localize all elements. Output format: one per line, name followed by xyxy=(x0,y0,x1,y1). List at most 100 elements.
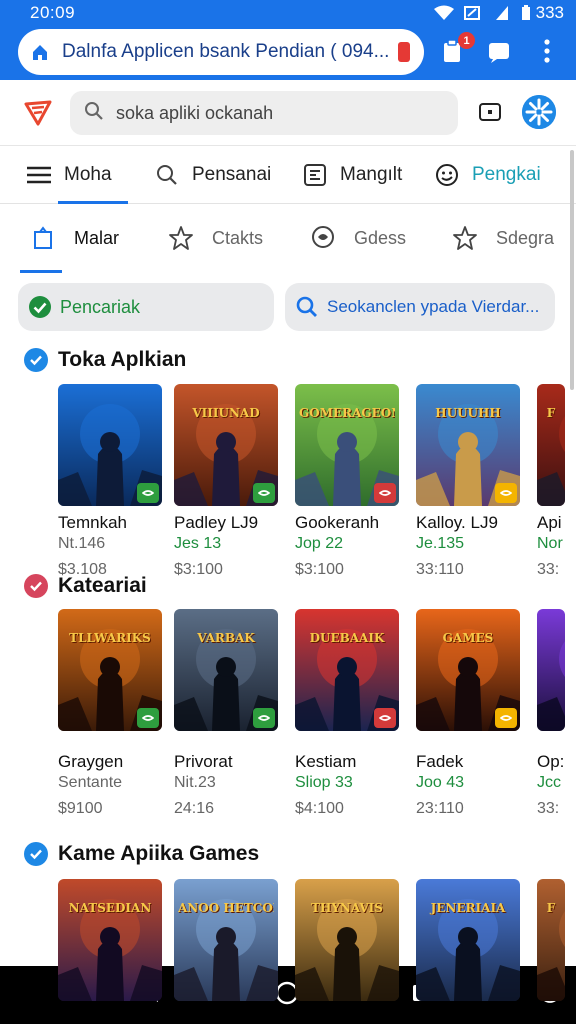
tab-malar[interactable]: Malar xyxy=(30,204,119,272)
status-bar: 20:09 333 xyxy=(0,0,576,26)
thumbnail-caption: F xyxy=(546,406,556,420)
browser-menu-button[interactable] xyxy=(532,38,562,68)
app-subtitle: Sentante xyxy=(58,774,123,791)
notification-badge: 1 xyxy=(458,32,475,49)
app-title[interactable]: Api xyxy=(537,513,562,533)
app-title[interactable]: Graygen xyxy=(58,752,123,772)
home-icon[interactable] xyxy=(30,42,50,62)
app-title[interactable]: Privorat xyxy=(174,752,233,772)
chip-label: Pencariak xyxy=(60,296,141,317)
app-price: $3:100 xyxy=(295,561,344,578)
app-title[interactable]: Op: xyxy=(537,752,564,772)
app-thumbnail[interactable]: VIIIUNAD xyxy=(174,384,278,506)
app-title[interactable]: Fadek xyxy=(416,752,463,772)
section-header-toka: Toka Aplkian xyxy=(24,345,186,375)
app-subtitle: Jes 13 xyxy=(174,535,222,552)
game-art-icon xyxy=(416,879,520,1001)
nav-item-moha[interactable]: Moha xyxy=(26,146,112,204)
cellular-icon xyxy=(494,5,510,21)
tab-gdess[interactable]: Gdess xyxy=(310,204,406,272)
game-art-icon xyxy=(58,879,162,1001)
scrollbar[interactable] xyxy=(570,150,574,390)
app-thumbnail[interactable]: JENERIAIA xyxy=(416,879,520,1001)
app-thumbnail[interactable] xyxy=(537,609,565,731)
search-box[interactable] xyxy=(70,91,458,135)
app-subtitle: Sliop 33 xyxy=(295,774,353,791)
section-header-kame: Kame Apiika Games xyxy=(24,839,259,869)
signal-icon xyxy=(463,5,484,21)
secondary-tabs: Malar Ctakts Gdess Sdegra xyxy=(0,204,576,273)
tabs-button[interactable] xyxy=(484,38,514,68)
nav-label: Pengkai xyxy=(472,164,541,185)
thumbnail-caption: NATSEDIAN xyxy=(68,901,152,915)
thumbnail-badge-icon xyxy=(253,708,275,728)
app-title[interactable]: Kestiam xyxy=(295,752,356,772)
app-title[interactable]: Temnkah xyxy=(58,513,127,533)
tab-label: Malar xyxy=(74,227,120,248)
nav-item-mangilt[interactable]: Mangılt xyxy=(302,146,402,204)
app-title[interactable]: Padley LJ9 xyxy=(174,513,258,533)
app-thumbnail[interactable] xyxy=(58,384,162,506)
thumbnail-caption: VARBAK xyxy=(197,631,255,645)
check-badge-icon xyxy=(24,842,48,866)
tab-label: Gdess xyxy=(354,227,407,248)
app-subtitle: Jcc xyxy=(537,774,561,791)
game-art-icon xyxy=(537,879,565,1001)
app-title[interactable]: Kalloy. LJ9 xyxy=(416,513,498,533)
search-icon xyxy=(84,101,104,126)
app-thumbnail[interactable]: F xyxy=(537,879,565,1001)
status-time: 20:09 xyxy=(30,3,76,22)
thumbnail-badge-icon xyxy=(374,708,396,728)
url-bar[interactable]: Dalnfa Applicen bsank Pendian ( 094... xyxy=(18,29,424,75)
app-thumbnail[interactable]: DUEBAAIK xyxy=(295,609,399,731)
nav-item-pengkai[interactable]: Pengkai xyxy=(434,146,541,204)
app-thumbnail[interactable]: ANOO HETCOMITS xyxy=(174,879,278,1001)
nav-item-pensanai[interactable]: Pensanai xyxy=(154,146,271,204)
tab-ctakts[interactable]: Ctakts xyxy=(168,204,263,272)
check-circle-icon xyxy=(28,295,52,319)
app-thumbnail[interactable]: NATSEDIAN xyxy=(58,879,162,1001)
chip-label: Seokanclen ypada Vierdar... xyxy=(327,297,540,316)
search-input[interactable] xyxy=(116,102,436,124)
smiley-icon xyxy=(434,162,460,188)
scan-icon[interactable] xyxy=(478,100,502,124)
star-icon xyxy=(452,225,478,251)
app-price: $3:100 xyxy=(174,561,223,578)
thumbnail-badge-icon xyxy=(137,708,159,728)
app-subtitle: Nt.146 xyxy=(58,535,106,552)
app-thumbnail[interactable]: VARBAK xyxy=(174,609,278,731)
battery-level: 333 xyxy=(535,3,564,22)
wifi-icon xyxy=(433,5,454,21)
browser-toolbar: Dalnfa Applicen bsank Pendian ( 094... 1 xyxy=(0,26,576,80)
app-thumbnail[interactable]: F xyxy=(537,384,565,506)
notifications-button[interactable]: 1 xyxy=(437,32,475,68)
home-icon xyxy=(30,225,56,251)
thumbnail-caption: TLLWARIKS xyxy=(69,631,151,645)
check-badge-icon xyxy=(24,348,48,372)
app-subtitle: Jop 22 xyxy=(295,535,344,552)
thumbnail-caption: F xyxy=(546,901,556,915)
section-title: Kame Apiika Games xyxy=(58,842,260,865)
hamburger-icon xyxy=(26,162,52,188)
app-thumbnail[interactable]: GAMES xyxy=(416,609,520,731)
heart-badge-icon xyxy=(24,574,48,598)
tab-label: Sdegra xyxy=(496,227,555,248)
app-thumbnail[interactable]: HUUUHH xyxy=(416,384,520,506)
app-thumbnail[interactable]: GOMERAGEON xyxy=(295,384,399,506)
url-text[interactable]: Dalnfa Applicen bsank Pendian ( 094... xyxy=(62,41,392,63)
avatar[interactable] xyxy=(522,95,556,129)
app-title[interactable]: Gookeranh xyxy=(295,513,379,533)
star-icon xyxy=(168,225,194,251)
app-subtitle: Nor xyxy=(537,535,563,552)
app-price: $9100 xyxy=(58,800,103,817)
app-price: 33:110 xyxy=(416,561,464,578)
nav-label: Pensanai xyxy=(192,164,272,185)
thumbnail-caption: GOMERAGEON xyxy=(299,406,395,420)
search-chip[interactable]: Seokanclen ypada Vierdar... xyxy=(285,283,555,331)
tab-sdegra[interactable]: Sdegra xyxy=(452,204,554,272)
filter-chip-pencariak[interactable]: Pencariak xyxy=(18,283,274,331)
game-art-icon xyxy=(174,879,278,1001)
app-thumbnail[interactable]: THYNAVIS xyxy=(295,879,399,1001)
app-logo-icon[interactable] xyxy=(22,96,54,128)
app-thumbnail[interactable]: TLLWARIKS xyxy=(58,609,162,731)
